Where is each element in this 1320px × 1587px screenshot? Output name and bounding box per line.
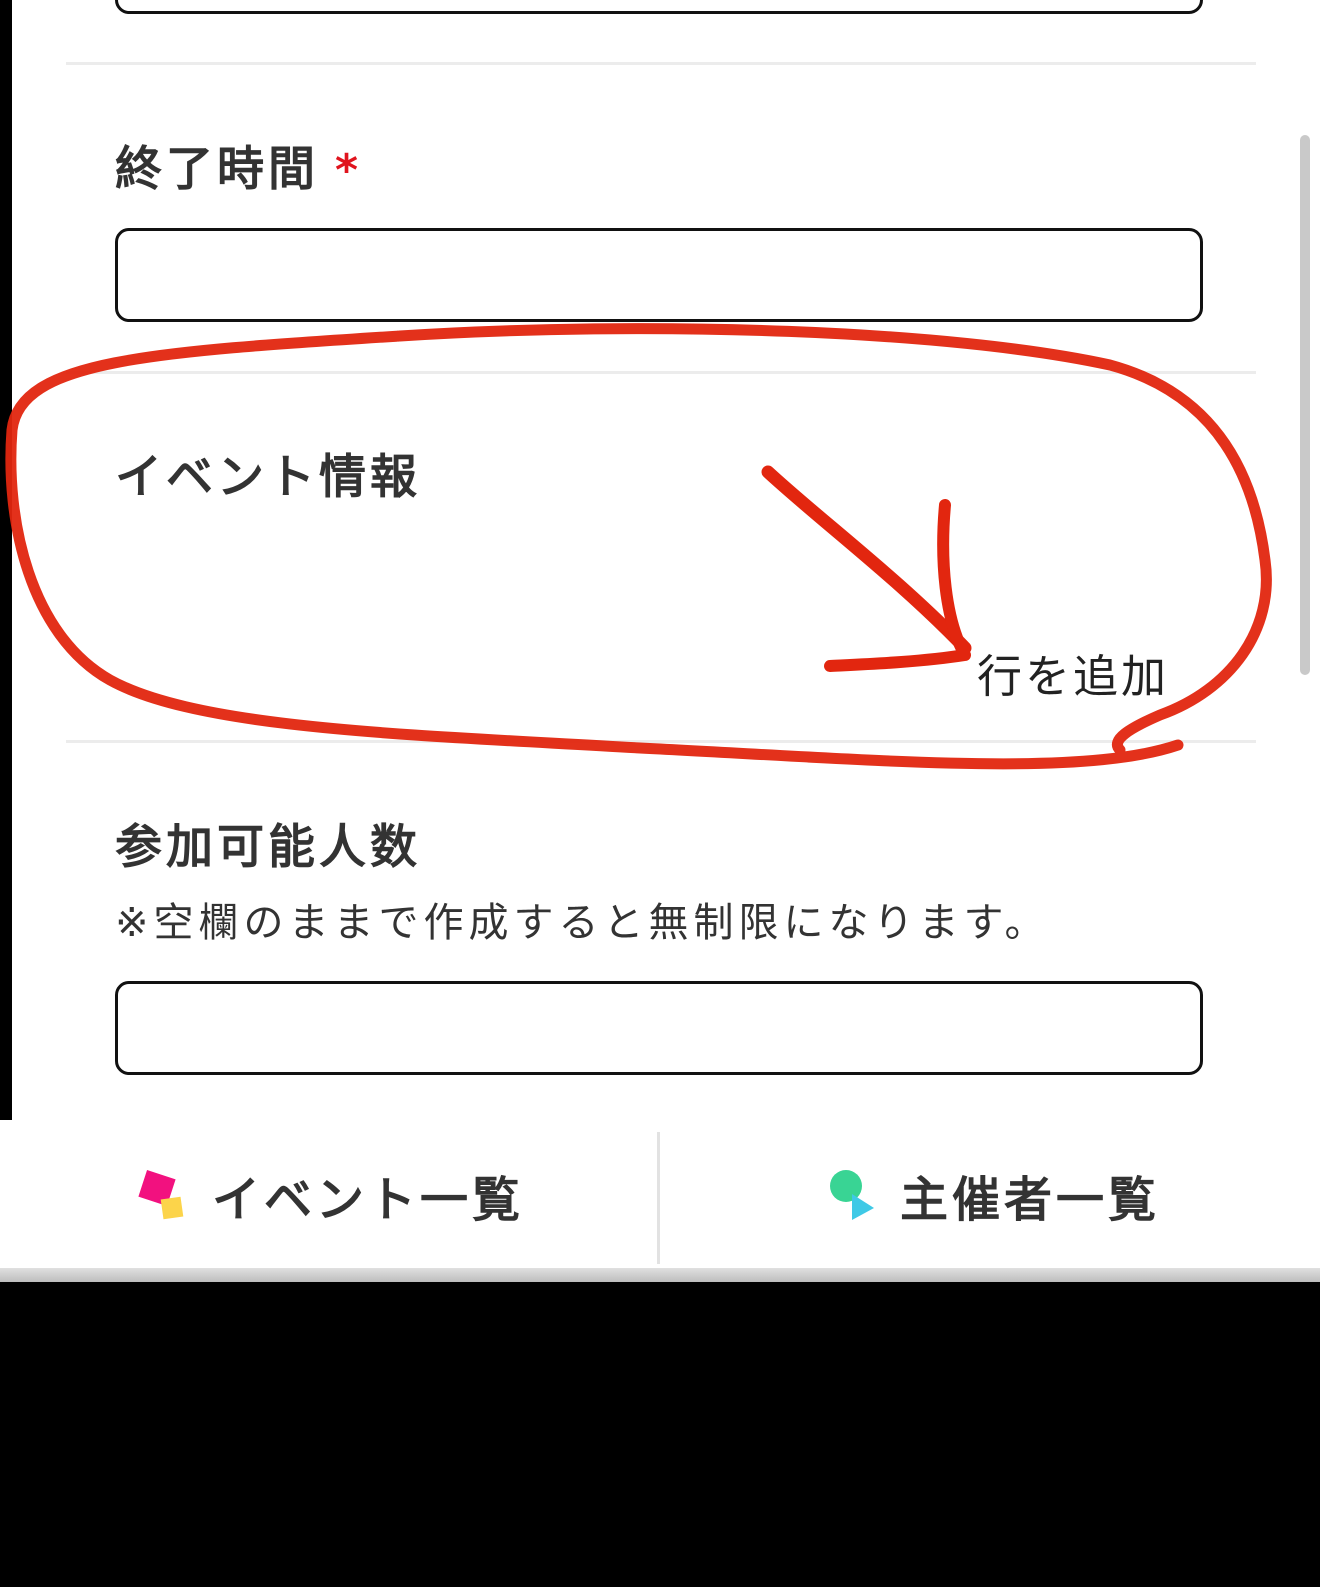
- section-divider: [66, 62, 1256, 65]
- form-page[interactable]: 終了時間 * イベント情報 行を追加 参加可能人数 ※空欄のままで作成すると無制限…: [12, 0, 1308, 1120]
- event-info-label: イベント情報: [115, 450, 421, 505]
- capacity-note: ※空欄のままで作成すると無制限になります。: [115, 900, 1050, 946]
- capacity-label: 参加可能人数: [115, 820, 421, 875]
- nav-organizer-list-label: 主催者一覧: [900, 1172, 1161, 1228]
- end-time-label: 終了時間 *: [115, 130, 362, 199]
- screen: 終了時間 * イベント情報 行を追加 参加可能人数 ※空欄のままで作成すると無制限…: [0, 0, 1320, 1587]
- bottom-navigation: イベント一覧 主催者一覧: [0, 1120, 1320, 1270]
- event-list-icon: [138, 1170, 184, 1220]
- section-divider: [66, 740, 1256, 743]
- scrollbar-thumb[interactable]: [1300, 135, 1310, 675]
- add-row-button[interactable]: 行を追加: [977, 640, 1169, 705]
- organizer-list-icon: [830, 1170, 874, 1220]
- section-divider: [66, 371, 1256, 374]
- end-time-input[interactable]: [115, 228, 1203, 322]
- nav-event-list-label: イベント一覧: [212, 1172, 525, 1228]
- previous-field-input[interactable]: [115, 0, 1203, 14]
- nav-event-list[interactable]: イベント一覧: [0, 1120, 656, 1270]
- end-time-label-text: 終了時間: [115, 142, 319, 197]
- required-mark: *: [335, 145, 363, 196]
- bottom-nav-shadow: [0, 1268, 1320, 1282]
- nav-organizer-list[interactable]: 主催者一覧: [660, 1120, 1316, 1270]
- capacity-input[interactable]: [115, 981, 1203, 1075]
